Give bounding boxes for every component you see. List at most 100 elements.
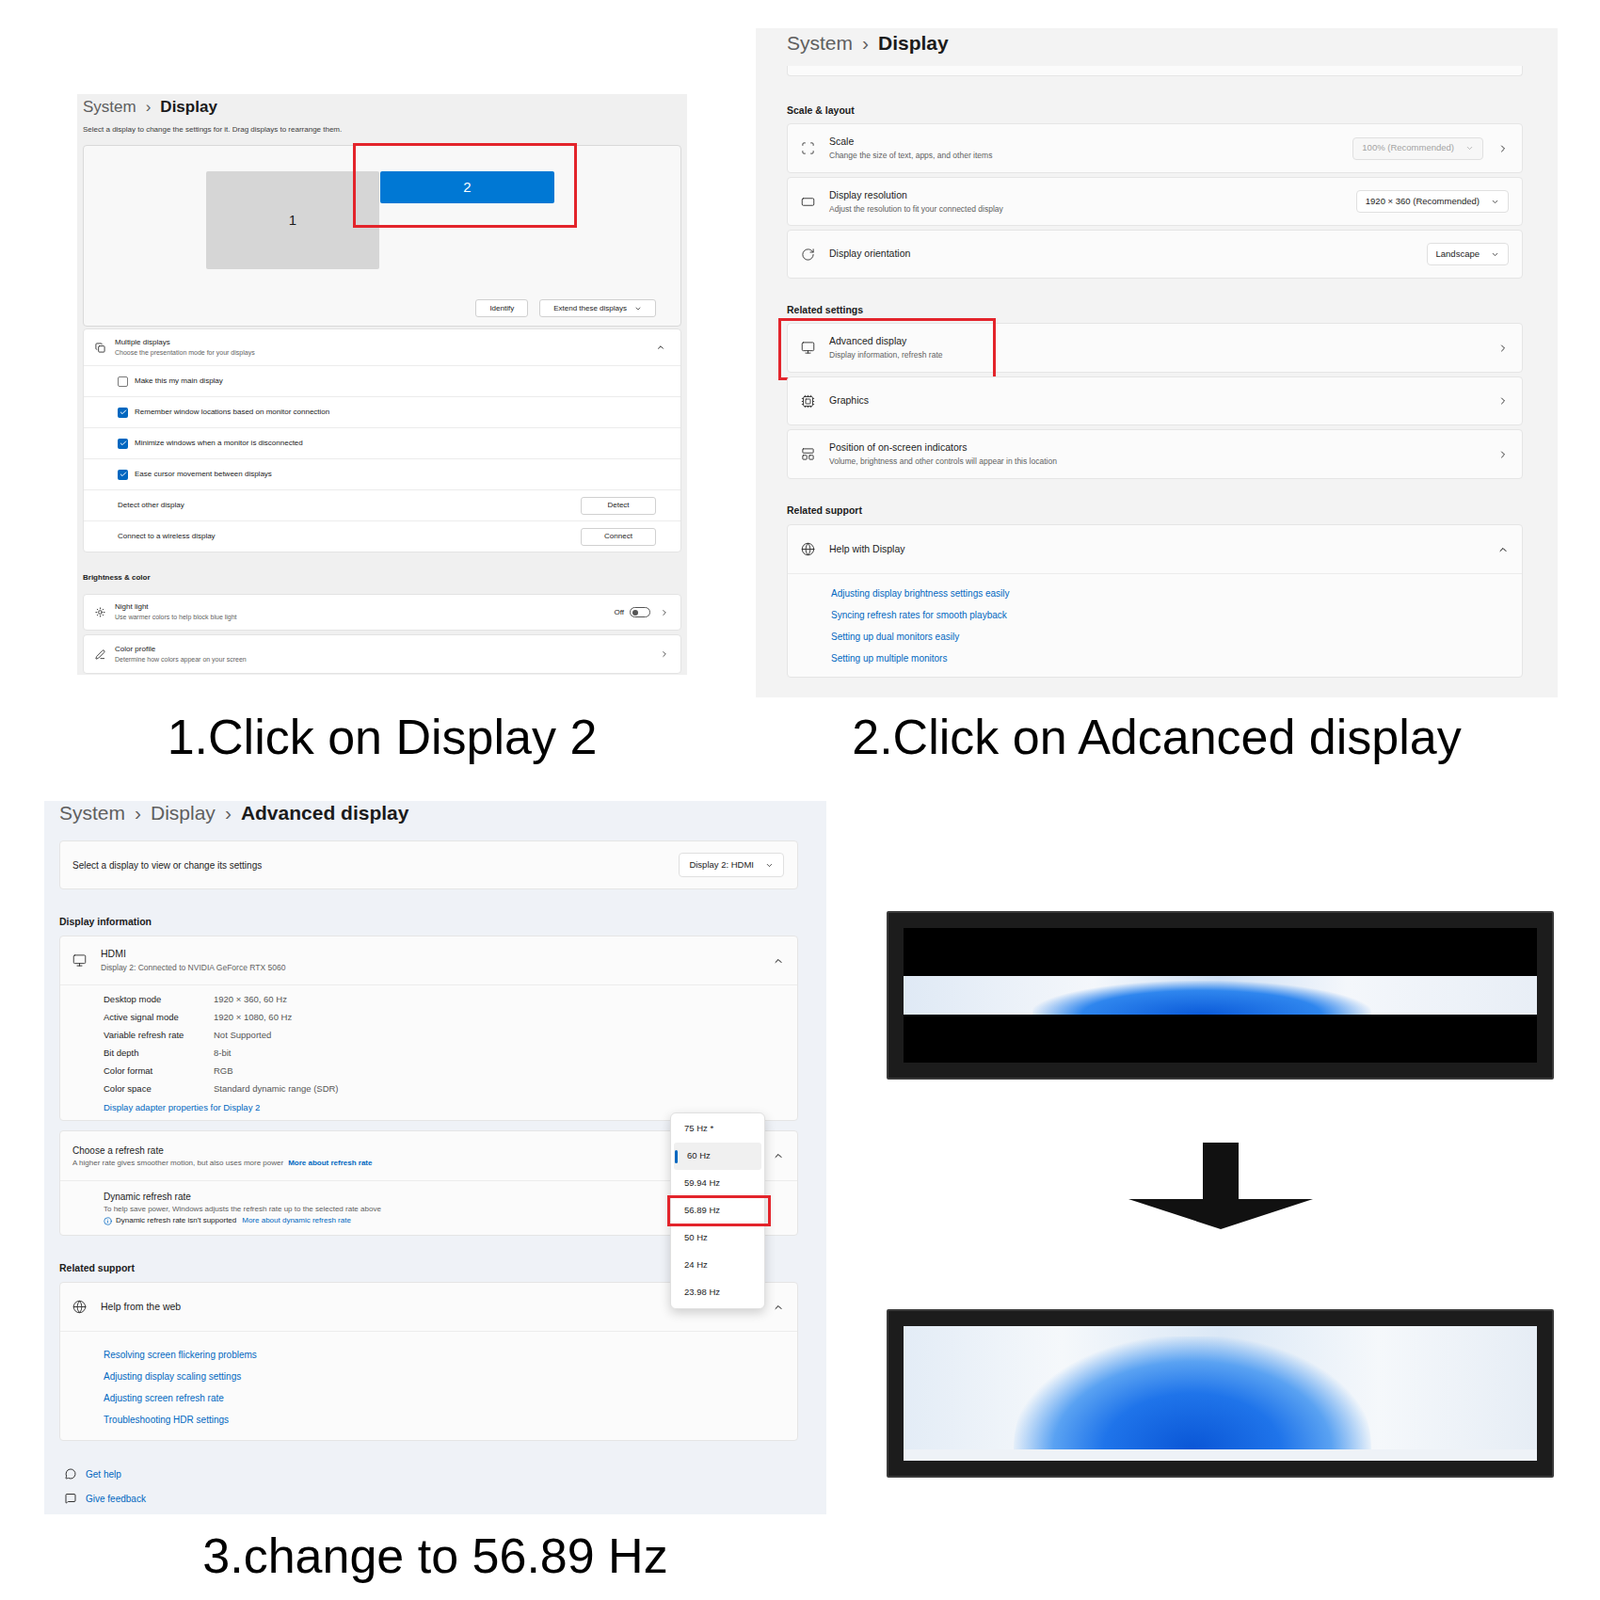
dropdown-chevron-icon: [634, 304, 642, 313]
footer-link[interactable]: Get help: [64, 1461, 799, 1487]
refresh-rate-option[interactable]: 24 Hz: [671, 1251, 765, 1280]
section-heading: Related support: [786, 503, 1523, 517]
checkbox-row[interactable]: Make this my main display: [83, 365, 681, 397]
description: Select a display to change the settings …: [82, 124, 682, 136]
breadcrumb-separator: ›: [134, 798, 142, 829]
refresh-rate-option[interactable]: 60 Hz: [673, 1142, 762, 1170]
collapse-chevron-icon[interactable]: [772, 1150, 784, 1162]
display-dropdown[interactable]: Display 2: HDMI: [678, 852, 784, 878]
chevron-right-icon: [1497, 342, 1509, 354]
dropdown[interactable]: Landscape: [1426, 242, 1509, 266]
checkbox[interactable]: [117, 376, 128, 387]
highlight-box: [667, 1195, 771, 1227]
checkbox-row[interactable]: Minimize windows when a monitor is disco…: [83, 427, 681, 459]
help-link[interactable]: Troubleshooting HDR settings: [103, 1408, 798, 1431]
dropdown-chevron-icon: [1490, 197, 1500, 207]
display-select-card: Select a display to view or change its s…: [59, 840, 799, 890]
display-arrangement: 12 Identify Extend these displays: [82, 144, 682, 327]
color-profile-icon: [95, 649, 106, 660]
selected-indicator: [674, 1150, 678, 1164]
dynamic-refresh-link[interactable]: More about dynamic refresh rate: [241, 1215, 352, 1227]
checkbox-row[interactable]: Ease cursor movement between displays: [83, 458, 681, 490]
breadcrumb-item[interactable]: System: [786, 28, 853, 59]
breadcrumb: System›Display: [786, 28, 1523, 59]
section-heading: Display information: [59, 914, 799, 928]
section-heading: Related settings: [786, 303, 1523, 317]
setting-row[interactable]: Position of on-screen indicatorsVolume, …: [786, 429, 1523, 480]
night-light-icon: [95, 607, 106, 618]
step-caption: 1.Click on Display 2: [77, 708, 688, 766]
step-caption: 2.Click on Adcanced display: [755, 708, 1558, 766]
step-caption: 3.change to 56.89 Hz: [44, 1527, 827, 1584]
help-link[interactable]: Resolving screen flickering problems: [103, 1344, 798, 1366]
checkbox-row[interactable]: Remember window locations based on monit…: [83, 396, 681, 428]
checkbox[interactable]: [117, 407, 128, 418]
help-link[interactable]: Setting up dual monitors easily: [831, 625, 1522, 648]
multiple-displays-icon: [95, 342, 106, 353]
setting-row[interactable]: Color profileDetermine how colors appear…: [82, 634, 682, 674]
setting-row[interactable]: Graphics: [786, 376, 1523, 426]
refresh-rate-menu: 75 Hz *60 Hz59.94 Hz56.89 Hz50 Hz24 Hz23…: [670, 1112, 766, 1310]
info-row: Desktop mode1920 × 360, 60 Hz: [103, 991, 798, 1009]
checkbox[interactable]: [117, 469, 128, 480]
refresh-rate-option[interactable]: 23.98 Hz: [671, 1279, 765, 1307]
display-info-header[interactable]: HDMIDisplay 2: Connected to NVIDIA GeFor…: [60, 936, 798, 986]
help-header[interactable]: Help with Display: [787, 525, 1522, 575]
footer-link[interactable]: Give feedback: [64, 1486, 799, 1511]
refresh-rate-link[interactable]: More about refresh rate: [288, 1157, 372, 1169]
arrangement-button[interactable]: Identify: [475, 299, 528, 318]
refresh-rate-option[interactable]: 56.89 Hz: [671, 1197, 765, 1225]
setting-row[interactable]: Advanced displayDisplay information, ref…: [786, 322, 1523, 373]
setting-row[interactable]: Display resolutionAdjust the resolution …: [786, 176, 1523, 226]
footer-icon: [64, 1468, 77, 1480]
refresh-rate-option[interactable]: 75 Hz *: [671, 1115, 765, 1143]
multiple-displays-header[interactable]: Multiple displaysChoose the presentation…: [83, 329, 681, 366]
setting-row[interactable]: ScaleChange the size of text, apps, and …: [786, 123, 1523, 174]
display-tile[interactable]: 2: [380, 171, 555, 204]
display-settings-panel: System›DisplayScale & layoutScaleChange …: [755, 28, 1558, 698]
checkbox[interactable]: [117, 438, 128, 449]
help-card: Help with Display Adjusting display brigh…: [786, 524, 1523, 678]
collapse-chevron-icon[interactable]: [656, 342, 666, 352]
breadcrumb-item: Display: [160, 95, 217, 120]
monitor-screen: [903, 928, 1537, 1063]
down-arrow-icon: [1128, 1142, 1313, 1230]
chevron-right-icon: [1497, 395, 1509, 407]
breadcrumb-separator: ›: [145, 95, 152, 120]
breadcrumb-item[interactable]: Display: [150, 798, 216, 829]
refresh-rate-option[interactable]: 50 Hz: [671, 1224, 765, 1252]
help-link[interactable]: Adjusting screen refresh rate: [103, 1387, 798, 1409]
info-row: Bit depth8-bit: [103, 1044, 798, 1063]
info-row: Active signal mode1920 × 1080, 60 Hz: [103, 1008, 798, 1027]
help-link[interactable]: Syncing refresh rates for smooth playbac…: [831, 604, 1522, 626]
refresh-rate-option[interactable]: 59.94 Hz: [671, 1169, 765, 1198]
breadcrumb-item[interactable]: System: [59, 798, 126, 829]
arrangement-button[interactable]: Extend these displays: [539, 299, 656, 318]
breadcrumb: System › Display: [82, 94, 682, 121]
action-button[interactable]: Detect: [580, 496, 656, 515]
dropdown[interactable]: 1920 × 360 (Recommended): [1356, 190, 1509, 213]
dropdown-chevron-icon: [1490, 250, 1500, 259]
action-row: Connect to a wireless displayConnect: [83, 520, 681, 552]
collapse-chevron-icon[interactable]: [772, 955, 784, 967]
toggle-switch[interactable]: [629, 607, 651, 618]
breadcrumb-item[interactable]: System: [82, 95, 137, 120]
section-heading: Brightness & color: [82, 571, 682, 585]
setting-icon: [800, 340, 816, 355]
chevron-right-icon: [659, 608, 670, 618]
monitor-photo: [886, 911, 1554, 1080]
globe-icon: [72, 1299, 87, 1314]
display-tile[interactable]: 1: [206, 171, 380, 270]
help-link[interactable]: Adjusting display brightness settings ea…: [831, 582, 1522, 605]
help-link[interactable]: Adjusting display scaling settings: [103, 1365, 798, 1388]
collapse-chevron-icon[interactable]: [1497, 544, 1509, 556]
setting-row[interactable]: Night lightUse warmer colors to help blo…: [82, 593, 682, 631]
help-link[interactable]: Setting up multiple monitors: [831, 647, 1522, 670]
setting-icon: [800, 447, 816, 462]
action-button[interactable]: Connect: [580, 528, 656, 546]
setting-row[interactable]: Display orientationLandscape: [786, 229, 1523, 279]
check-icon: [119, 470, 128, 479]
collapse-chevron-icon[interactable]: [772, 1301, 784, 1313]
chevron-right-icon: [1497, 143, 1509, 155]
info-row: Color spaceStandard dynamic range (SDR): [103, 1080, 798, 1099]
